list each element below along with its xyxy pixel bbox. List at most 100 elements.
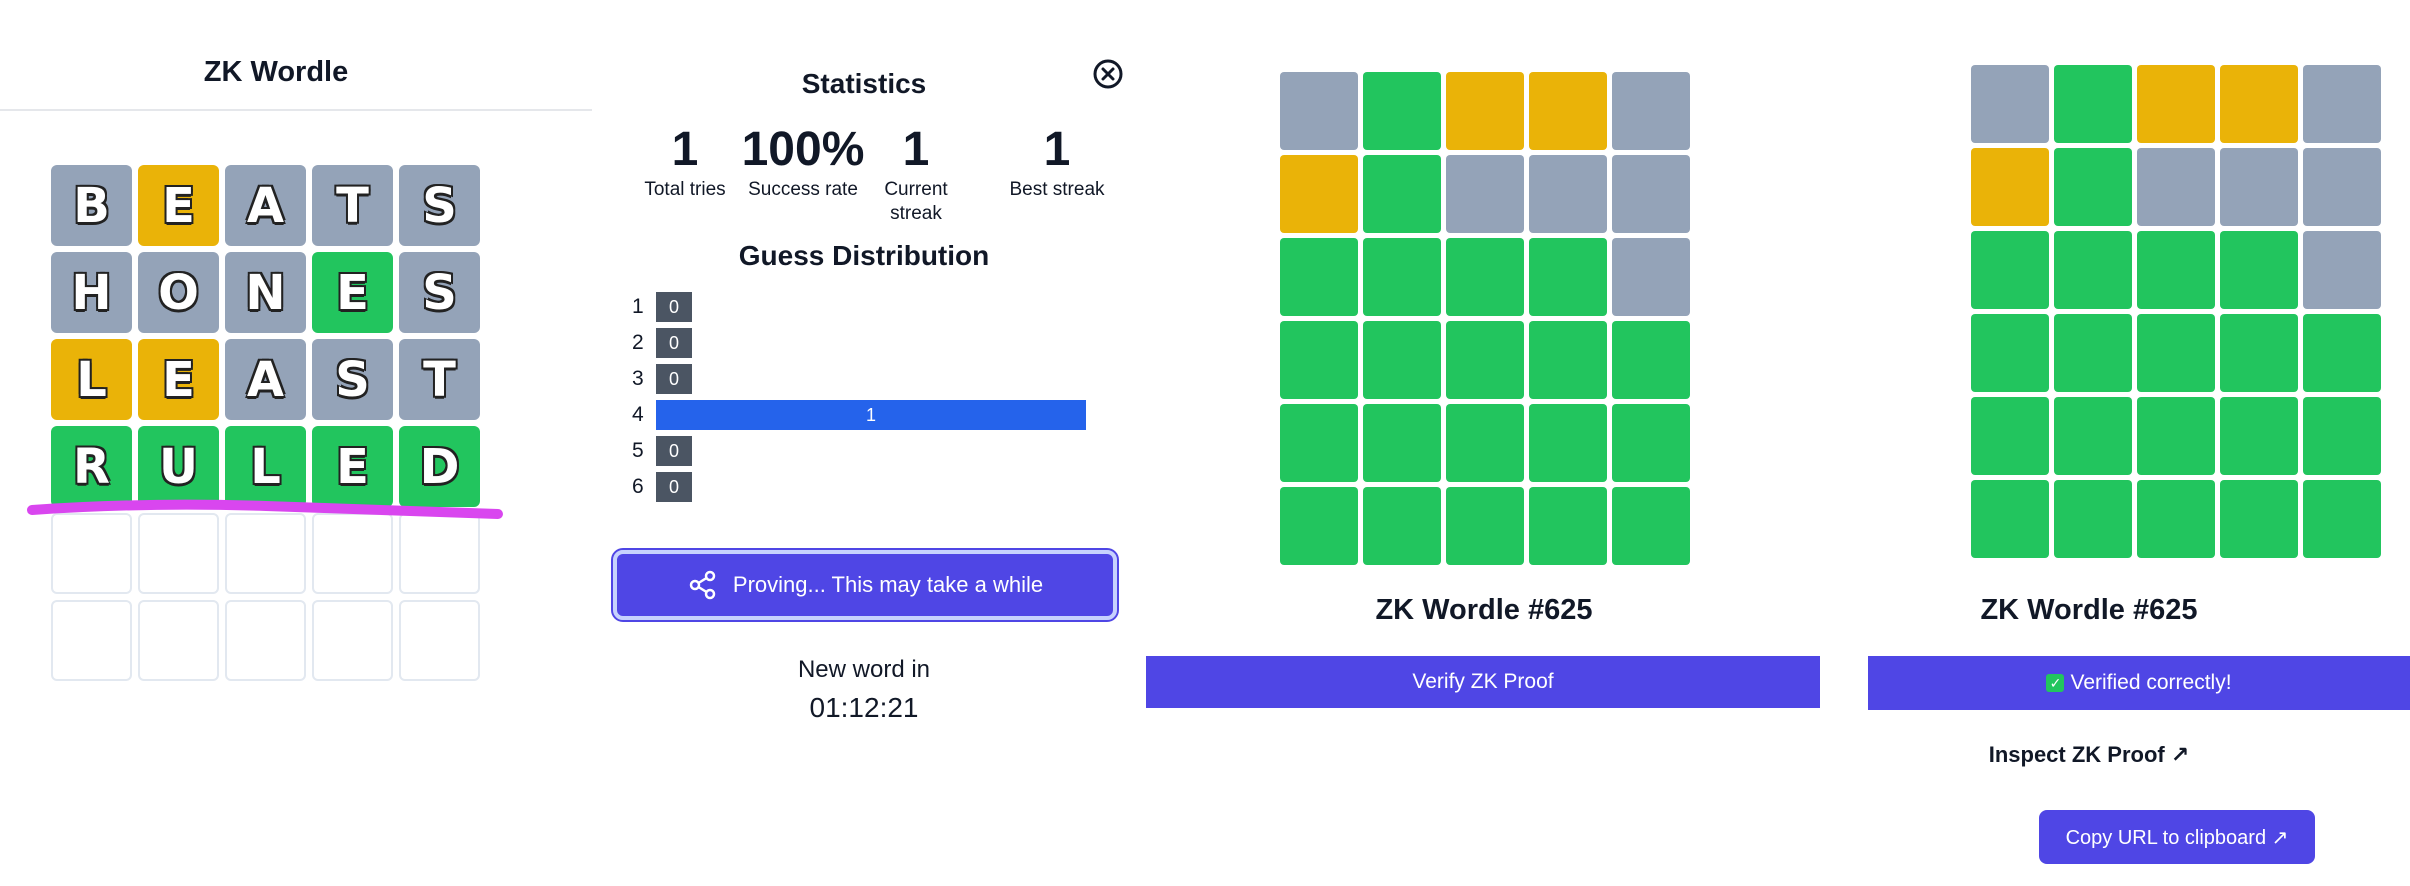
empty-tile (51, 600, 132, 681)
stat-value: 1 (671, 123, 699, 176)
result-square (2303, 65, 2381, 143)
distribution-row: 41 (632, 400, 1086, 430)
letter-tile: A (225, 165, 306, 246)
share-panel: ZK Wordle #625 Verify ZK Proof (1146, 0, 1822, 886)
result-square (2137, 231, 2215, 309)
letter-tile: S (399, 252, 480, 333)
distribution-guess-number: 3 (632, 367, 644, 390)
result-square (2137, 65, 2215, 143)
stat-label: Success rate (748, 179, 858, 200)
empty-tile (138, 600, 219, 681)
highlight-underline-annotation (27, 499, 503, 519)
guess-distribution-title: Guess Distribution (738, 240, 990, 271)
letter-tile: T (312, 165, 393, 246)
stat-label: Best streak (1009, 179, 1105, 200)
result-square (1612, 404, 1690, 482)
letter-tile: L (51, 339, 132, 420)
result-square (2137, 480, 2215, 558)
result-square (2303, 231, 2381, 309)
countdown-timer: 01:12:21 (809, 692, 919, 723)
verify-proof-button[interactable]: Verify ZK Proof (1146, 656, 1820, 708)
result-square (2054, 480, 2132, 558)
result-square (1363, 487, 1441, 565)
close-icon[interactable] (1092, 58, 1124, 90)
distribution-bar: 0 (656, 472, 692, 502)
result-square (1612, 321, 1690, 399)
result-square (1446, 487, 1524, 565)
result-square (2054, 65, 2132, 143)
new-word-label: New word in (797, 656, 931, 683)
stat-value: 1 (1043, 123, 1071, 176)
result-square (1971, 148, 2049, 226)
stat-value: 100% (741, 123, 865, 176)
stat-best-streak: 1 Best streak (992, 122, 1122, 202)
result-square (2303, 397, 2381, 475)
proving-button[interactable]: Proving... This may take a while (611, 548, 1119, 622)
distribution-guess-number: 4 (632, 403, 644, 426)
result-square (2220, 480, 2298, 558)
result-square (1363, 72, 1441, 150)
stat-label: Current streak (884, 179, 948, 224)
result-square (2137, 397, 2215, 475)
letter-tile: B (51, 165, 132, 246)
result-square (1446, 321, 1524, 399)
statistics-modal: Statistics 1 Total tries 100% Success ra… (600, 0, 1140, 886)
result-square (1280, 487, 1358, 565)
result-square (1280, 321, 1358, 399)
letter-tile: T (399, 339, 480, 420)
copy-url-button[interactable]: Copy URL to clipboard ↗ (2039, 810, 2315, 864)
letter-tile: H (51, 252, 132, 333)
result-square (1529, 238, 1607, 316)
distribution-row: 10 (632, 292, 692, 322)
distribution-guess-number: 1 (632, 295, 644, 318)
puzzle-title: ZK Wordle #625 (1980, 594, 2198, 626)
stat-value: 1 (902, 123, 930, 176)
result-square (1446, 238, 1524, 316)
letter-tile: A (225, 339, 306, 420)
verified-label: Verified correctly! (2070, 671, 2232, 694)
letter-tile: N (225, 252, 306, 333)
empty-tile (399, 600, 480, 681)
result-square (2303, 314, 2381, 392)
result-square (2220, 65, 2298, 143)
result-square (1363, 238, 1441, 316)
result-square (1529, 404, 1607, 482)
letter-tile: E (138, 339, 219, 420)
result-square (1971, 231, 2049, 309)
inspect-proof-link[interactable]: Inspect ZK Proof ↗ (1868, 742, 2310, 768)
result-square (2054, 231, 2132, 309)
result-square (1529, 155, 1607, 233)
result-square (1363, 321, 1441, 399)
stat-total-tries: 1 Total tries (620, 122, 750, 202)
letter-tile: E (312, 252, 393, 333)
letter-tile: S (399, 165, 480, 246)
result-square (1971, 65, 2049, 143)
result-square (2220, 314, 2298, 392)
distribution-bar: 0 (656, 436, 692, 466)
distribution-row: 60 (632, 472, 692, 502)
result-square (1612, 487, 1690, 565)
result-square (1446, 72, 1524, 150)
verified-status-button[interactable]: ✓ Verified correctly! (1868, 656, 2410, 710)
letter-tile: S (312, 339, 393, 420)
result-square (2220, 148, 2298, 226)
app-title: ZK Wordle (203, 56, 349, 88)
distribution-guess-number: 2 (632, 331, 644, 354)
distribution-row: 30 (632, 364, 692, 394)
distribution-bar: 0 (656, 292, 692, 322)
result-square (1446, 155, 1524, 233)
result-square (1280, 404, 1358, 482)
result-square (2054, 314, 2132, 392)
distribution-guess-number: 5 (632, 439, 644, 462)
result-square (1363, 404, 1441, 482)
result-square (1280, 72, 1358, 150)
result-square (1971, 314, 2049, 392)
result-square (1612, 72, 1690, 150)
result-square (1529, 487, 1607, 565)
distribution-bar: 1 (656, 400, 1086, 430)
distribution-bar: 0 (656, 364, 692, 394)
empty-tile (225, 600, 306, 681)
empty-tile (312, 600, 393, 681)
result-square (1363, 155, 1441, 233)
distribution-guess-number: 6 (632, 475, 644, 498)
